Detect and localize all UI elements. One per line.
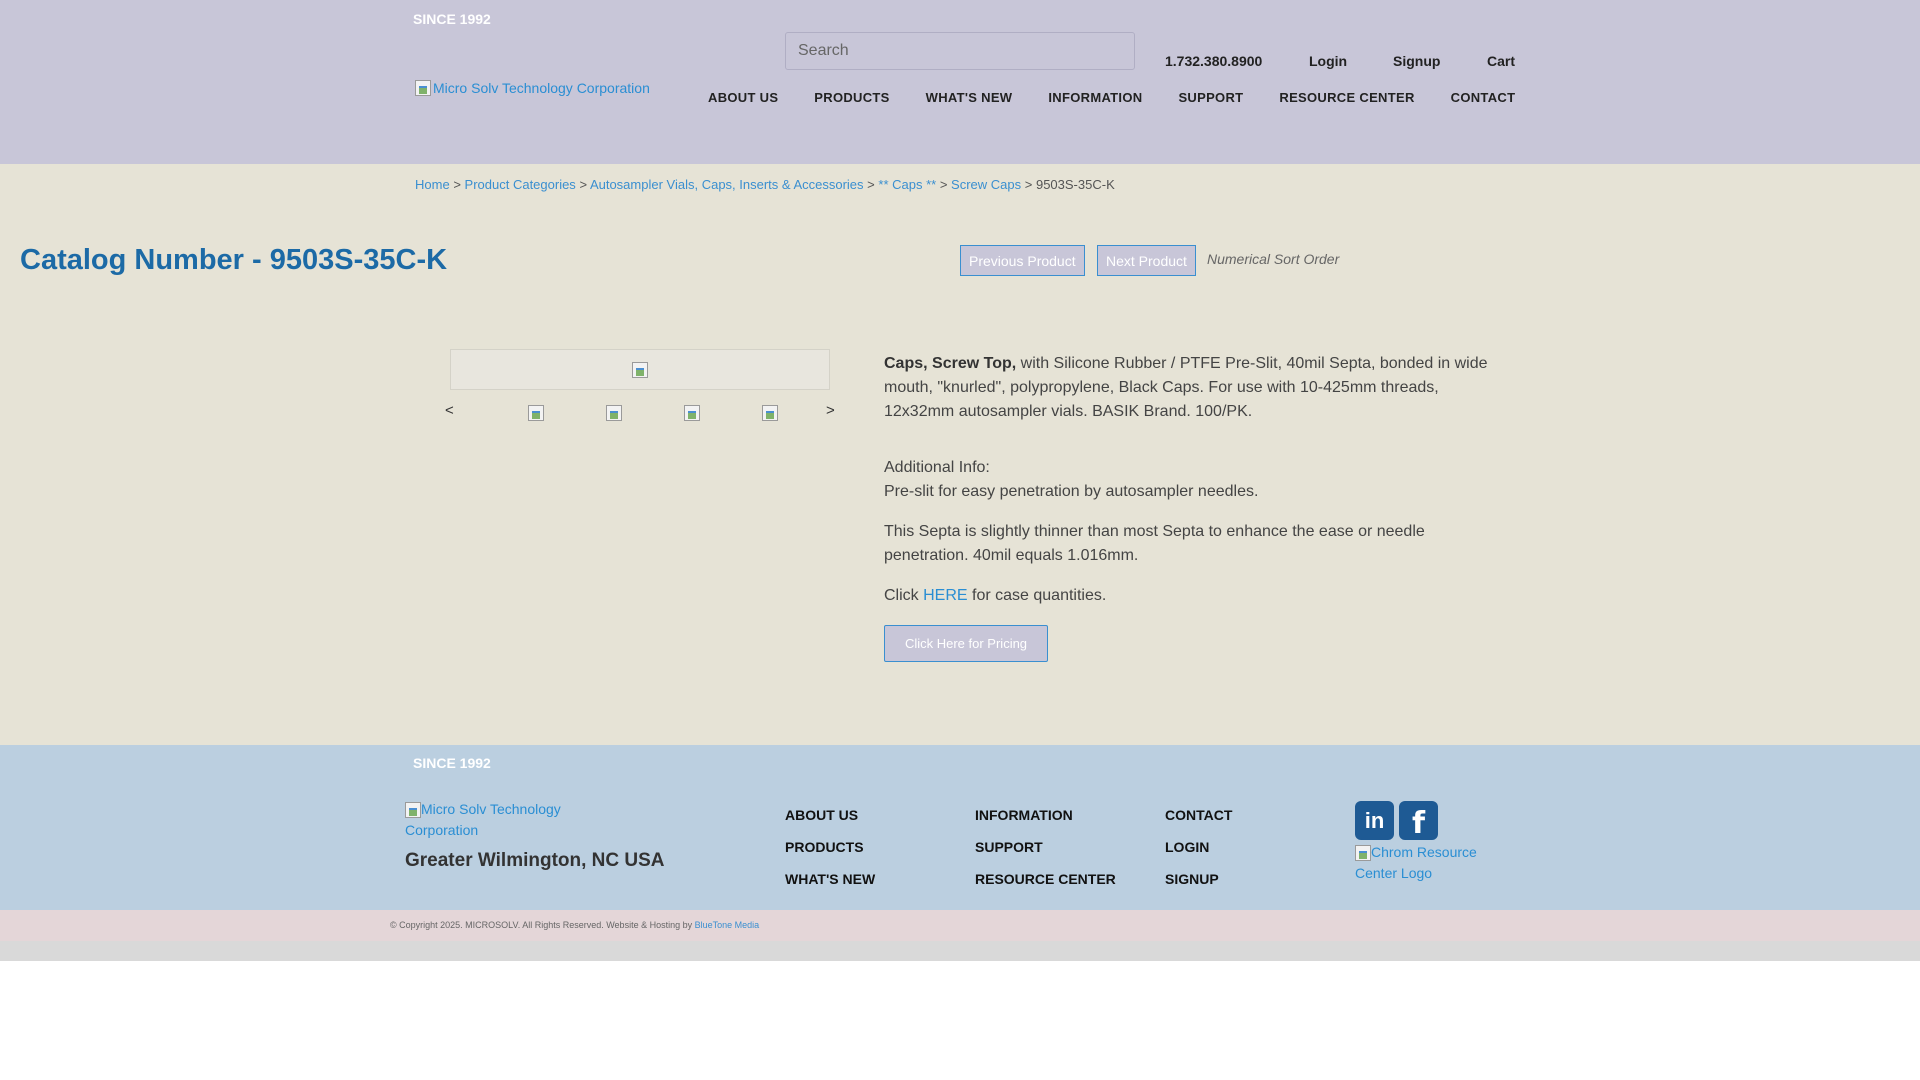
breadcrumb-home[interactable]: Home xyxy=(415,177,450,192)
breadcrumb-separator: > xyxy=(1024,177,1033,192)
breadcrumb-caps[interactable]: ** Caps ** xyxy=(878,177,936,192)
click-suffix: for case quantities. xyxy=(967,587,1107,604)
broken-image-icon xyxy=(415,80,431,96)
login-link[interactable]: Login xyxy=(1309,53,1347,69)
thumbnail-image[interactable] xyxy=(528,405,544,421)
click-prefix: Click xyxy=(884,587,924,604)
copyright-bar xyxy=(0,910,1920,941)
search-input[interactable] xyxy=(785,32,1135,70)
case-quantities-line: Click HERE for case quantities. xyxy=(884,584,1494,608)
nav-support[interactable]: SUPPORT xyxy=(1178,90,1243,105)
thumbnail-carousel: < > xyxy=(445,402,835,422)
nav-products[interactable]: PRODUCTS xyxy=(814,90,889,105)
cart-link[interactable]: Cart xyxy=(1487,53,1515,69)
signup-link[interactable]: Signup xyxy=(1393,53,1440,69)
nav-resource-center[interactable]: RESOURCE CENTER xyxy=(1279,90,1414,105)
product-description: Caps, Screw Top, with Silicone Rubber / … xyxy=(884,352,1494,624)
breadcrumb-product-categories[interactable]: Product Categories xyxy=(465,177,576,192)
chrom-logo-alt-text: Chrom Resource Center Logo xyxy=(1355,844,1477,881)
broken-image-icon xyxy=(405,802,421,819)
pricing-button[interactable]: Click Here for Pricing xyxy=(884,625,1048,662)
nav-contact[interactable]: CONTACT xyxy=(1451,90,1516,105)
carousel-prev-arrow[interactable]: < xyxy=(445,402,454,419)
footer-link-about-us[interactable]: ABOUT US xyxy=(785,807,858,823)
site-header xyxy=(0,0,1920,164)
footer-logo-link[interactable]: Micro Solv Technology Corporation xyxy=(405,799,585,841)
site-footer xyxy=(0,745,1920,910)
broken-image-icon xyxy=(632,361,648,378)
footer-link-whats-new[interactable]: WHAT'S NEW xyxy=(785,871,875,887)
case-quantities-link[interactable]: HERE xyxy=(923,587,967,604)
previous-product-button[interactable]: Previous Product xyxy=(960,245,1085,276)
broken-image-icon xyxy=(1355,845,1371,862)
main-nav: ABOUT US PRODUCTS WHAT'S NEW INFORMATION… xyxy=(708,90,1515,105)
footer-link-resource-center[interactable]: RESOURCE CENTER xyxy=(975,871,1116,887)
footer-logo-alt-text: Micro Solv Technology Corporation xyxy=(405,801,561,838)
additional-info-text: Pre-slit for easy penetration by autosam… xyxy=(884,483,1259,500)
nav-whats-new[interactable]: WHAT'S NEW xyxy=(926,90,1013,105)
breadcrumb-separator: > xyxy=(867,177,875,192)
since-1992-tagline: SINCE 1992 xyxy=(413,11,491,27)
footer-link-login[interactable]: LOGIN xyxy=(1165,839,1209,855)
site-logo-alt-text: Micro Solv Technology Corporation xyxy=(433,80,650,96)
copyright-text: © Copyright 2025. MICROSOLV. All Rights … xyxy=(390,920,759,930)
thumbnail-image[interactable] xyxy=(762,405,778,421)
footer-link-signup[interactable]: SIGNUP xyxy=(1165,871,1219,887)
thumbnail-image[interactable] xyxy=(606,405,622,421)
additional-info-heading: Additional Info: xyxy=(884,459,990,476)
facebook-icon[interactable]: f xyxy=(1399,801,1438,841)
site-logo-link[interactable]: Micro Solv Technology Corporation xyxy=(415,80,650,96)
linkedin-icon[interactable]: in xyxy=(1355,801,1394,840)
breadcrumb-separator: > xyxy=(579,177,588,192)
breadcrumb-autosampler-vials[interactable]: Autosampler Vials, Caps, Inserts & Acces… xyxy=(590,177,864,192)
page-title: Catalog Number - 9503S-35C-K xyxy=(20,244,448,276)
bluetone-media-link[interactable]: BlueTone Media xyxy=(695,920,760,930)
breadcrumb-screw-caps[interactable]: Screw Caps xyxy=(951,177,1021,192)
nav-about-us[interactable]: ABOUT US xyxy=(708,90,778,105)
footer-link-products[interactable]: PRODUCTS xyxy=(785,839,864,855)
breadcrumb-separator: > xyxy=(939,177,948,192)
breadcrumb: Home > Product Categories > Autosampler … xyxy=(415,177,1115,192)
sort-order-note: Numerical Sort Order xyxy=(1207,251,1340,267)
copyright-statement: © Copyright 2025. MICROSOLV. All Rights … xyxy=(390,920,695,930)
bottom-grey-bar xyxy=(0,941,1920,961)
description-paragraph: Caps, Screw Top, with Silicone Rubber / … xyxy=(884,352,1494,424)
breadcrumb-separator: > xyxy=(453,177,461,192)
footer-since-tagline: SINCE 1992 xyxy=(413,755,491,771)
description-bold-lead: Caps, Screw Top, xyxy=(884,355,1017,372)
thumbnail-image[interactable] xyxy=(684,405,700,421)
septa-note: This Septa is slightly thinner than most… xyxy=(884,523,1425,564)
footer-link-support[interactable]: SUPPORT xyxy=(975,839,1043,855)
product-main-image[interactable] xyxy=(450,349,830,390)
breadcrumb-current: 9503S-35C-K xyxy=(1035,177,1115,192)
phone-number-link[interactable]: 1.732.380.8900 xyxy=(1165,53,1262,69)
carousel-next-arrow[interactable]: > xyxy=(826,402,835,419)
additional-info: Additional Info: Pre-slit for easy penetr… xyxy=(884,456,1494,504)
footer-link-information[interactable]: INFORMATION xyxy=(975,807,1073,823)
next-product-button[interactable]: Next Product xyxy=(1097,245,1196,276)
nav-information[interactable]: INFORMATION xyxy=(1048,90,1142,105)
chrom-resource-center-logo[interactable]: Chrom Resource Center Logo xyxy=(1355,842,1495,884)
footer-link-contact[interactable]: CONTACT xyxy=(1165,807,1232,823)
footer-location: Greater Wilmington, NC USA xyxy=(405,850,665,871)
